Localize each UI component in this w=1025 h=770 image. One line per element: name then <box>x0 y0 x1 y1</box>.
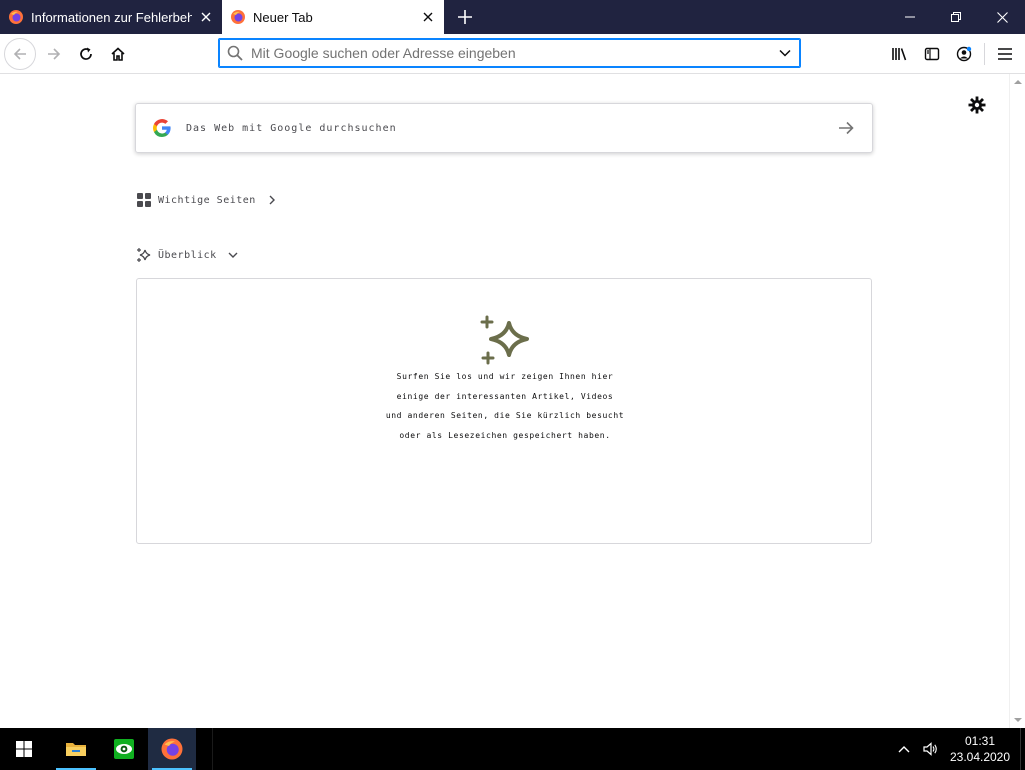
chevron-down-icon <box>228 252 238 258</box>
back-icon <box>13 47 26 60</box>
forward-icon <box>48 47 61 60</box>
title-bar: Informationen zur Fehlerbehebung Neuer T… <box>0 0 1025 34</box>
chevron-right-icon <box>269 195 275 205</box>
chevron-down-icon[interactable] <box>778 46 792 60</box>
taskbar-eye-app[interactable] <box>100 728 148 770</box>
new-tab-button[interactable] <box>448 0 482 34</box>
highlights-message-line: oder als Lesezeichen gespeichert haben. <box>399 430 611 440</box>
menu-button[interactable] <box>989 38 1021 70</box>
clock-time: 01:31 <box>964 734 996 748</box>
topsites-header[interactable]: Wichtige Seiten <box>136 192 278 208</box>
toolbar-right <box>884 38 1025 70</box>
grid-icon <box>137 193 151 207</box>
sidebar-icon <box>924 47 940 61</box>
forward-button[interactable] <box>38 38 70 70</box>
taskbar-file-explorer[interactable] <box>52 728 100 770</box>
search-placeholder: Das Web mit Google durchsuchen <box>186 122 397 134</box>
chevron-up-icon[interactable] <box>896 741 912 757</box>
scroll-up-icon[interactable] <box>1014 78 1022 86</box>
home-button[interactable] <box>102 38 134 70</box>
home-icon <box>111 46 125 61</box>
window-controls <box>887 0 1025 34</box>
highlights-message-line: Surfen Sie los und wir zeigen Ihnen hier <box>396 372 614 381</box>
start-button[interactable] <box>0 728 48 770</box>
account-button[interactable] <box>948 38 980 70</box>
plus-icon <box>458 10 472 24</box>
close-tab-icon[interactable] <box>420 9 436 25</box>
eye-app-icon <box>114 739 134 759</box>
arrow-right-icon[interactable] <box>836 118 856 138</box>
windows-logo-icon <box>16 741 32 757</box>
minimize-button[interactable] <box>887 0 933 34</box>
web-search-box[interactable]: Das Web mit Google durchsuchen <box>135 103 873 153</box>
tab-new-tab[interactable]: Neuer Tab <box>222 0 444 34</box>
url-input[interactable] <box>251 45 778 61</box>
library-button[interactable] <box>884 38 916 70</box>
reload-button[interactable] <box>70 38 102 70</box>
gear-icon[interactable] <box>968 96 986 114</box>
url-bar[interactable] <box>218 38 801 68</box>
system-tray: 01:31 23.04.2020 <box>896 728 1025 770</box>
close-icon <box>996 11 1008 23</box>
sparkle-icon <box>137 248 151 262</box>
new-tab-page: Das Web mit Google durchsuchen Wichtige … <box>0 74 1009 728</box>
restore-icon <box>951 12 961 22</box>
restore-button[interactable] <box>933 0 979 34</box>
search-icon <box>227 45 243 61</box>
firefox-icon <box>231 10 245 24</box>
highlights-empty-state: Surfen Sie los und wir zeigen Ihnen hier… <box>136 278 872 544</box>
google-logo-icon <box>153 119 171 137</box>
tab-label: Neuer Tab <box>253 9 313 25</box>
account-icon <box>956 46 972 62</box>
toolbar-separator <box>984 43 985 65</box>
file-explorer-icon <box>66 743 86 756</box>
highlights-message: Surfen Sie los und wir zeigen Ihnen hier… <box>137 367 873 445</box>
highlights-message-line: einige der interessanten Artikel, Videos <box>396 391 614 401</box>
highlights-message-line: und anderen Seiten, die Sie kürzlich bes… <box>385 411 625 421</box>
taskbar-divider <box>212 728 213 770</box>
topsites-label: Wichtige Seiten <box>158 194 256 206</box>
navigation-toolbar <box>0 34 1025 74</box>
scroll-down-icon[interactable] <box>1014 716 1022 724</box>
tab-troubleshooting[interactable]: Informationen zur Fehlerbehebung <box>0 0 222 34</box>
sparkle-icon <box>480 315 529 365</box>
menu-icon <box>998 48 1012 60</box>
close-tab-icon[interactable] <box>198 9 214 25</box>
close-window-button[interactable] <box>979 0 1025 34</box>
firefox-icon <box>9 10 23 24</box>
clock[interactable]: 01:31 23.04.2020 <box>948 733 1012 765</box>
highlights-header[interactable]: Überblick <box>136 247 239 263</box>
firefox-icon <box>161 738 183 760</box>
back-button[interactable] <box>4 37 36 70</box>
library-icon <box>892 48 907 61</box>
sidebar-button[interactable] <box>916 38 948 70</box>
windows-taskbar: 01:31 23.04.2020 <box>0 728 1025 770</box>
clock-date: 23.04.2020 <box>949 750 1011 764</box>
show-desktop-button[interactable] <box>1020 728 1025 770</box>
highlights-label: Überblick <box>158 249 217 261</box>
minimize-icon <box>905 16 915 18</box>
speaker-icon[interactable] <box>922 741 938 757</box>
taskbar-firefox[interactable] <box>148 728 196 770</box>
tab-label: Informationen zur Fehlerbehebung <box>31 9 192 25</box>
vertical-scrollbar[interactable] <box>1009 74 1025 728</box>
reload-icon <box>80 47 92 60</box>
